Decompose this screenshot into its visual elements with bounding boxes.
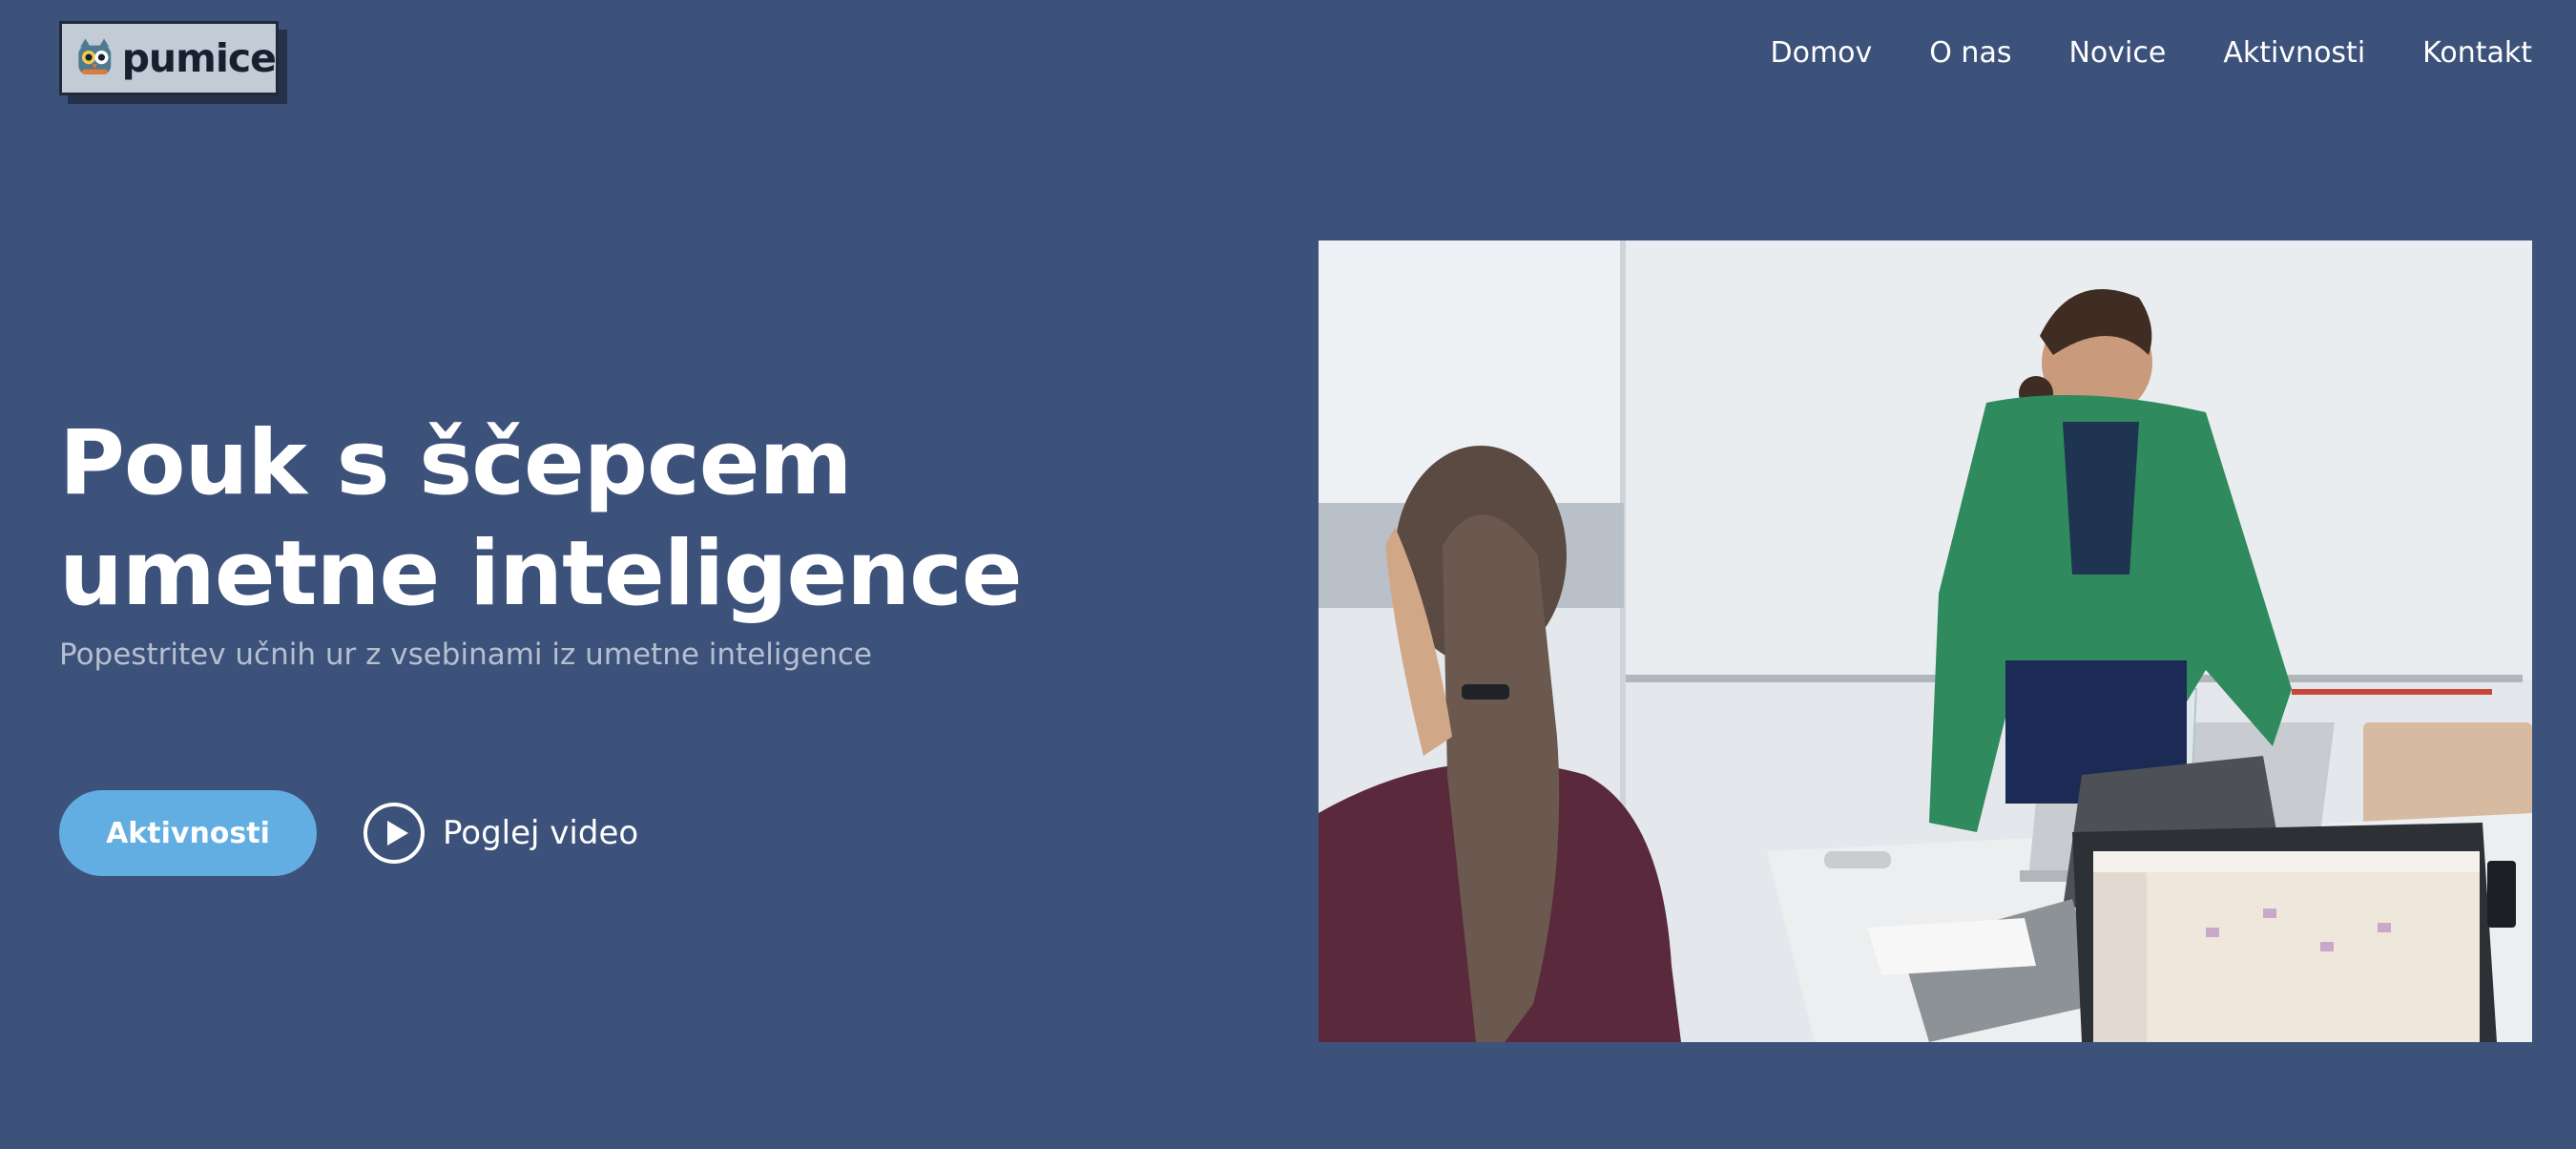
hero-subtitle: Popestritev učnih ur z vsebinami iz umet… [59,637,873,672]
nav-item-aktivnosti[interactable]: Aktivnosti [2223,36,2365,70]
hero-title: Pouk s ščepcem umetne inteligence [59,411,1023,626]
classroom-photo-icon [1319,240,2532,1042]
logo-text: pumice [121,35,277,81]
play-icon [364,803,425,864]
logo[interactable]: pumice [59,21,279,95]
aktivnosti-button[interactable]: Aktivnosti [59,790,317,876]
nav-item-domov[interactable]: Domov [1770,36,1872,70]
site-header: pumice Domov O nas Novice Aktivnosti Kon… [0,0,2576,124]
nav-item-kontakt[interactable]: Kontakt [2422,36,2532,70]
classroom-photo [1319,240,2532,1042]
nav-item-novice[interactable]: Novice [2068,36,2166,70]
nav-item-o-nas[interactable]: O nas [1929,36,2011,70]
main-nav: Domov O nas Novice Aktivnosti Kontakt [1770,36,2532,70]
watch-video-link[interactable]: Poglej video [363,802,638,865]
watch-video-label: Poglej video [443,814,639,852]
owl-mascot-icon [78,38,112,74]
